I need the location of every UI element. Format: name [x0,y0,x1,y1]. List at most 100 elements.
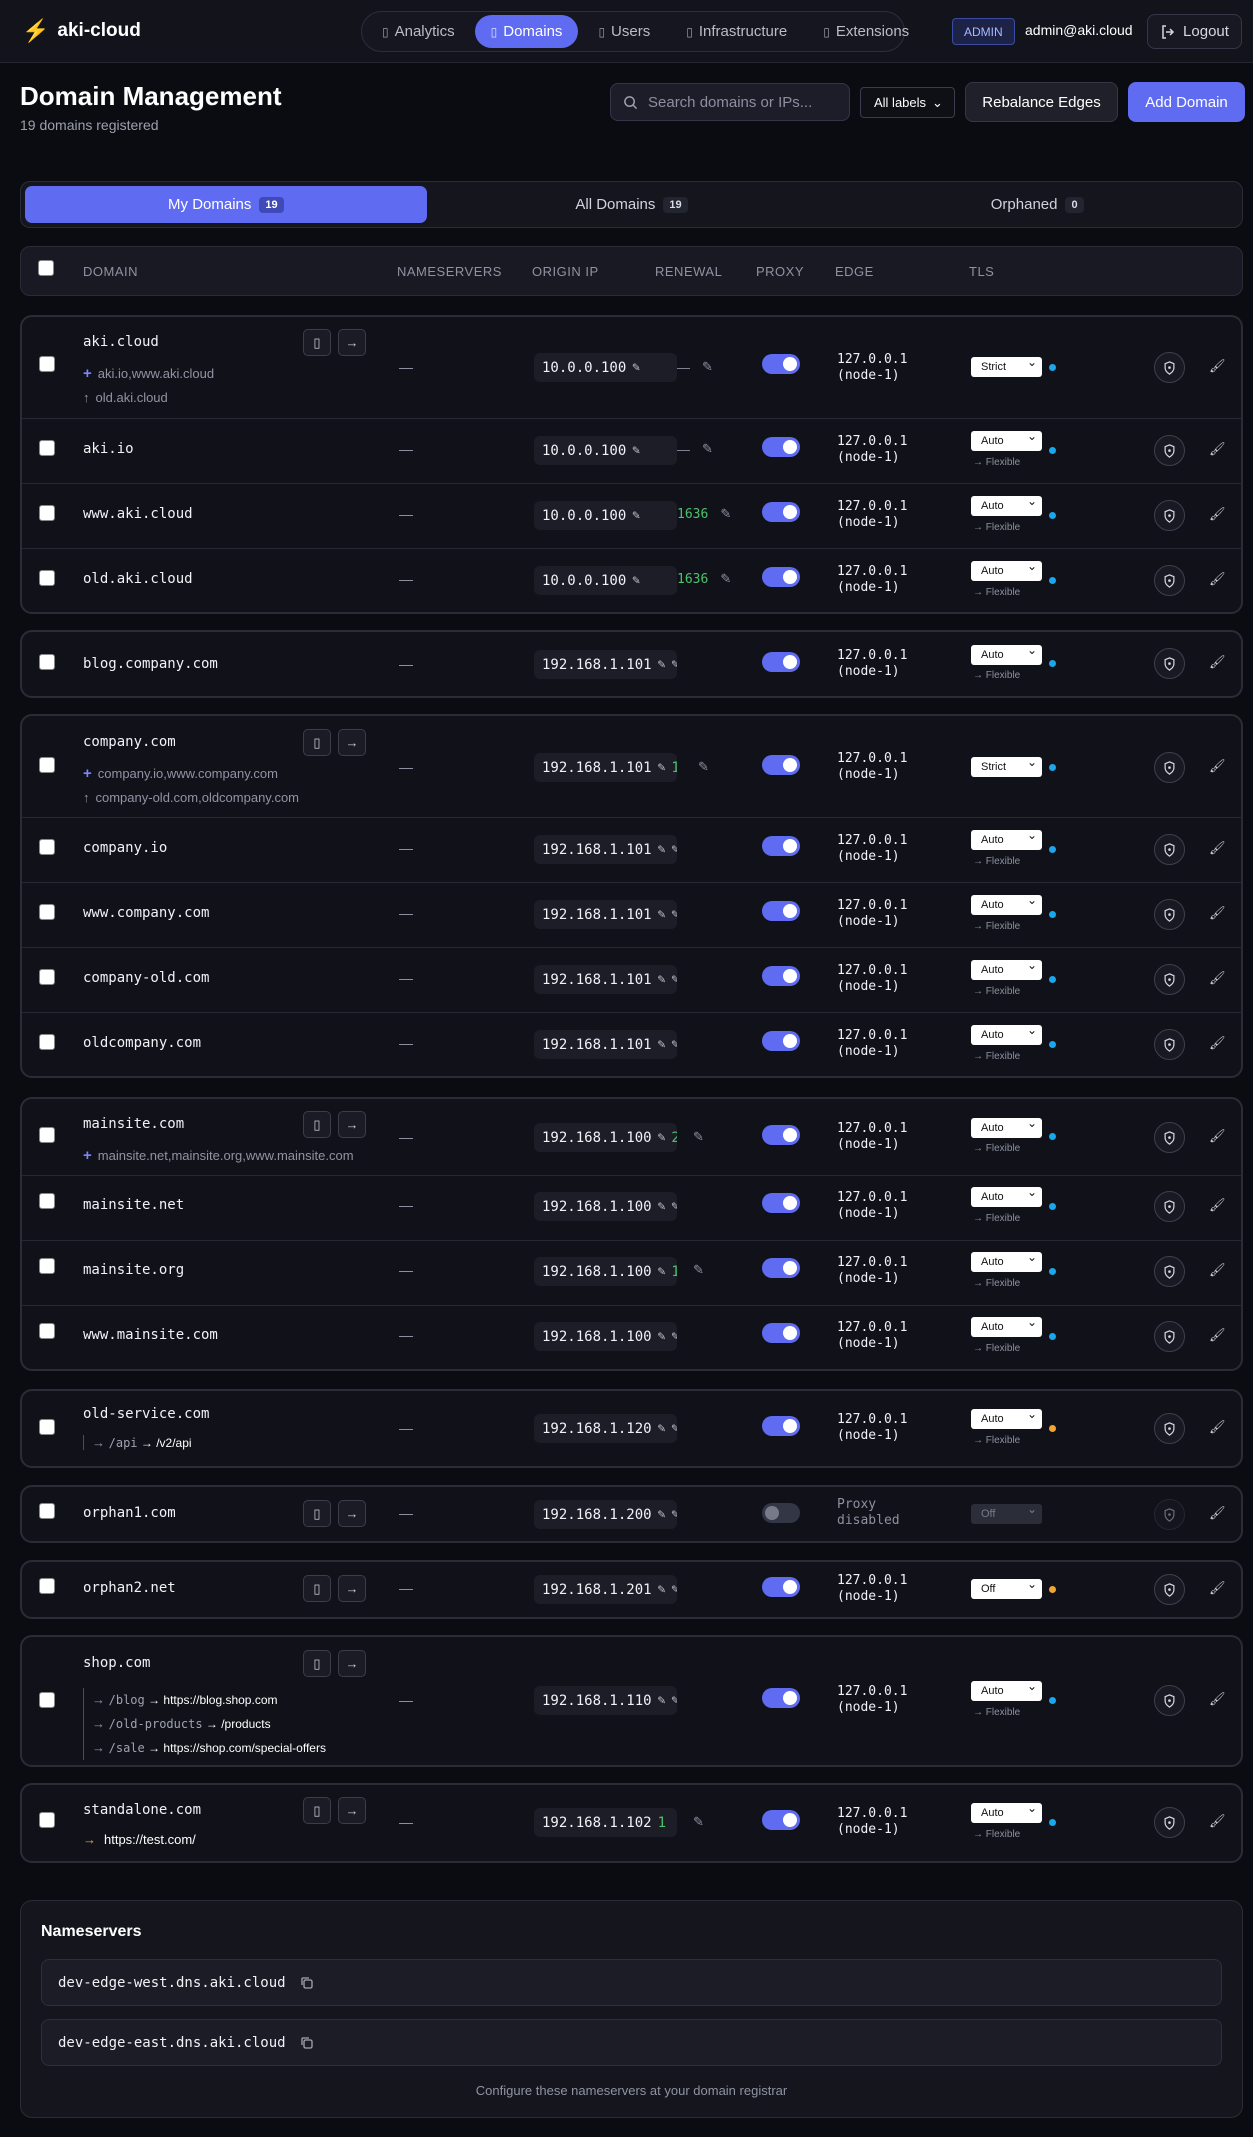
nav-item-domains[interactable]: ▯ Domains [474,15,579,48]
shield-button[interactable] [1154,1574,1185,1605]
origin-ip[interactable]: 192.168.1.100 ✎ ✎ [534,1192,677,1221]
redirect-arrow-button[interactable]: → [338,1111,366,1138]
search-box[interactable] [610,83,850,121]
purge-cache-icon[interactable]: 🖌︎ [1209,1128,1226,1144]
row-checkbox[interactable] [39,1127,55,1143]
purge-cache-icon[interactable]: 🖌︎ [1209,1262,1226,1278]
domain-name[interactable]: orphan1.com [83,1505,176,1521]
domain-name[interactable]: mainsite.net [83,1197,184,1213]
edit-icon[interactable]: ✎ [658,760,666,775]
edit-icon[interactable]: ✎ [658,1421,666,1436]
shield-button[interactable] [1154,752,1185,783]
origin-ip[interactable]: 10.0.0.100 ✎ [534,501,677,530]
pencil-icon[interactable]: ✎ [671,1582,677,1597]
pencil-icon[interactable]: ✎ [702,441,713,457]
tls-select[interactable]: Auto [971,1023,1042,1045]
tls-select[interactable]: Auto [971,643,1042,665]
proxy-toggle[interactable] [762,437,800,457]
row-checkbox[interactable] [39,356,55,372]
pencil-icon[interactable]: ✎ [693,1814,704,1830]
tls-select[interactable]: Off [971,1502,1042,1524]
origin-ip[interactable]: 192.168.1.101 ✎ 10 [534,753,677,782]
pencil-icon[interactable]: ✎ [671,1693,677,1708]
tab-orphaned[interactable]: Orphaned 0 [836,186,1238,223]
nav-item-analytics[interactable]: ▯ Analytics [366,15,471,48]
row-checkbox[interactable] [39,1258,55,1274]
nav-item-extensions[interactable]: ▯ Extensions [807,15,925,48]
proxy-toggle[interactable] [762,1323,800,1343]
edit-icon[interactable]: ✎ [658,907,666,922]
purge-cache-icon[interactable]: 🖌︎ [1209,1580,1226,1596]
edit-icon[interactable]: ✎ [658,1130,666,1145]
shield-button[interactable] [1154,834,1185,865]
brand[interactable]: ⚡ aki-cloud [22,18,141,44]
purge-cache-icon[interactable]: 🖌︎ [1209,1505,1226,1521]
tls-select[interactable]: Auto [971,828,1042,850]
row-checkbox[interactable] [39,654,55,670]
edit-icon[interactable]: ✎ [632,573,640,588]
domain-name[interactable]: aki.cloud [83,334,159,350]
pencil-icon[interactable]: ✎ [671,842,677,857]
proxy-toggle[interactable] [762,1193,800,1213]
domain-name[interactable]: aki.io [83,441,134,457]
domain-name[interactable]: oldcompany.com [83,1035,201,1051]
collapse-button[interactable]: ▯ [303,329,331,356]
row-checkbox[interactable] [39,570,55,586]
pencil-icon[interactable]: ✎ [720,571,731,587]
edit-icon[interactable]: ✎ [658,1693,666,1708]
purge-cache-icon[interactable]: 🖌︎ [1209,654,1226,670]
shield-button[interactable] [1154,565,1185,596]
domain-name[interactable]: company-old.com [83,970,209,986]
edit-icon[interactable]: ✎ [658,1507,666,1522]
origin-ip[interactable]: 192.168.1.100 ✎ 2 [534,1123,677,1152]
origin-ip[interactable]: 192.168.1.101 ✎ ✎ [534,1030,677,1059]
row-checkbox[interactable] [39,1812,55,1828]
search-input[interactable] [648,93,838,111]
pencil-icon[interactable]: ✎ [671,972,677,987]
origin-ip[interactable]: 192.168.1.120 ✎ ✎ [534,1414,677,1443]
label-filter-select[interactable]: All labels ⌄ [860,87,955,118]
origin-ip[interactable]: 192.168.1.101 ✎ ✎ [534,835,677,864]
edit-icon[interactable]: ✎ [658,1582,666,1597]
shield-button[interactable] [1154,435,1185,466]
redirect-arrow-button[interactable]: → [338,1500,366,1527]
logout-button[interactable]: Logout [1147,14,1242,49]
copy-icon[interactable] [300,2036,314,2050]
proxy-toggle[interactable] [762,966,800,986]
nav-item-users[interactable]: ▯ Users [582,15,666,48]
origin-ip[interactable]: 192.168.1.101 ✎ ✎ [534,965,677,994]
pencil-icon[interactable]: ✎ [671,1329,677,1344]
tls-select[interactable]: Auto [971,429,1042,451]
row-checkbox[interactable] [39,757,55,773]
origin-ip[interactable]: 192.168.1.102 1 [534,1808,677,1837]
purge-cache-icon[interactable]: 🖌︎ [1209,358,1226,374]
pencil-icon[interactable]: ✎ [671,1507,677,1522]
domain-name[interactable]: mainsite.com [83,1116,184,1132]
shield-button[interactable] [1154,500,1185,531]
pencil-icon[interactable]: ✎ [671,907,677,922]
shield-button[interactable] [1154,352,1185,383]
redirect-arrow-button[interactable]: → [338,1797,366,1824]
purge-cache-icon[interactable]: 🖌︎ [1209,1197,1226,1213]
copy-icon[interactable] [300,1976,314,1990]
tls-select[interactable]: Strict [971,355,1042,377]
proxy-toggle[interactable] [762,1503,800,1523]
pencil-icon[interactable]: ✎ [671,1037,677,1052]
shield-button[interactable] [1154,1499,1185,1530]
shield-button[interactable] [1154,1321,1185,1352]
purge-cache-icon[interactable]: 🖌︎ [1209,1691,1226,1707]
origin-ip[interactable]: 192.168.1.101 ✎ ✎ [534,650,677,679]
shield-button[interactable] [1154,1413,1185,1444]
shield-button[interactable] [1154,1807,1185,1838]
proxy-toggle[interactable] [762,755,800,775]
edit-icon[interactable]: ✎ [632,360,640,375]
proxy-toggle[interactable] [762,1258,800,1278]
origin-ip[interactable]: 192.168.1.200 ✎ ✎ [534,1500,677,1529]
redirect-arrow-button[interactable]: → [338,729,366,756]
edit-icon[interactable]: ✎ [658,972,666,987]
row-checkbox[interactable] [39,440,55,456]
tls-select[interactable]: Auto [971,559,1042,581]
proxy-toggle[interactable] [762,1125,800,1145]
select-all-checkbox[interactable] [38,260,54,276]
purge-cache-icon[interactable]: 🖌︎ [1209,571,1226,587]
